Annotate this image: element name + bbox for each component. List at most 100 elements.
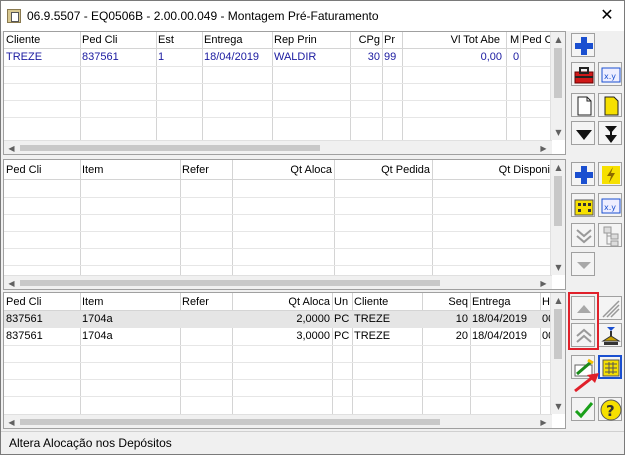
table-row[interactable]: 837561 1704a 3,0000 PC TREZE 20 18/04/20… (4, 328, 554, 345)
col-header-m[interactable]: M (508, 32, 520, 49)
col-header-un[interactable]: Un (332, 294, 352, 311)
allocations-vertical-scrollbar[interactable]: ▲ ▼ (550, 293, 565, 414)
cell-un: PC (334, 330, 350, 342)
move-down-button[interactable] (571, 121, 595, 145)
status-bar: Altera Alocação nos Depósitos (1, 431, 624, 454)
col-header-entrega[interactable]: Entrega (202, 32, 272, 49)
cell-un: PC (334, 313, 350, 325)
col-header-seq[interactable]: Seq (422, 294, 470, 311)
scroll-thumb-horizontal[interactable] (20, 145, 320, 151)
confirm-button[interactable] (571, 397, 595, 421)
col-header-cliente[interactable]: Cliente (352, 294, 422, 311)
scroll-down-arrow-icon[interactable]: ▼ (551, 260, 565, 275)
folder-icon (604, 96, 619, 116)
col-header-qt-disponi[interactable]: Qt Disponi (432, 162, 552, 179)
scroll-left-arrow-icon[interactable]: ◀ (4, 276, 19, 289)
col-header-est[interactable]: Est (156, 32, 202, 49)
cell-refer (180, 311, 232, 328)
col-header-item[interactable]: Item (80, 162, 180, 179)
svg-text:x.y: x.y (604, 72, 616, 81)
table-row[interactable]: TREZE 837561 1 18/04/2019 WALDIR 30 99 0… (4, 49, 552, 66)
col-header-pr[interactable]: Pr (382, 32, 402, 49)
toolbox-button[interactable] (571, 62, 595, 86)
col-header-entrega[interactable]: Entrega (470, 294, 540, 311)
cell-cliente: TREZE (6, 51, 43, 63)
close-button[interactable]: ✕ (598, 6, 616, 24)
col-header-ped-or[interactable]: Ped Or (520, 32, 552, 49)
app-icon (7, 9, 21, 23)
expand-diagonal-icon (602, 300, 620, 318)
table-row[interactable]: 837561 1704a 2,0000 PC TREZE 10 18/04/20… (4, 311, 554, 328)
scroll-up-arrow-icon[interactable]: ▲ (551, 160, 565, 175)
main-window: 06.9.5507 - EQ0506B - 2.00.00.049 - Mont… (0, 0, 625, 455)
cell-item: 1704a (82, 330, 113, 342)
tree-button[interactable] (598, 223, 622, 247)
formula-button[interactable]: x.y (598, 62, 622, 86)
lightning-button[interactable] (598, 162, 622, 186)
add-icon (575, 166, 593, 184)
col-header-ped-cli[interactable]: Ped Cli (4, 162, 80, 179)
col-header-rep-prin[interactable]: Rep Prin (272, 32, 350, 49)
cell-ped-cli: 837561 (82, 51, 119, 63)
col-header-ped-cli[interactable]: Ped Cli (80, 32, 156, 49)
new-document-button[interactable] (571, 93, 595, 117)
move-bottom-button[interactable] (598, 121, 622, 145)
collapse-down-button[interactable] (571, 223, 595, 247)
scroll-thumb[interactable] (554, 48, 562, 98)
orders-vertical-scrollbar[interactable]: ▲ ▼ (550, 32, 565, 140)
scroll-down-arrow-icon[interactable]: ▼ (551, 399, 565, 414)
scroll-thumb[interactable] (554, 176, 562, 226)
col-header-cpg[interactable]: CPg (350, 32, 382, 49)
add-button[interactable] (571, 33, 595, 57)
items-grid-header: Ped Cli Item Refer Qt Aloca Qt Pedida Qt… (4, 160, 565, 180)
add-icon (575, 37, 593, 55)
down-arrow-icon (576, 130, 592, 140)
formula-icon: x.y (601, 67, 621, 83)
scroll-up-arrow-icon[interactable]: ▲ (551, 32, 565, 47)
svg-text:?: ? (606, 402, 615, 420)
orders-grid[interactable]: Cliente Ped Cli Est Entrega Rep Prin CPg… (3, 31, 566, 155)
orders-horizontal-scrollbar[interactable]: ◀ ▶ (4, 140, 552, 154)
scroll-right-arrow-icon[interactable]: ▶ (536, 141, 551, 154)
scroll-down-arrow-icon[interactable]: ▼ (551, 125, 565, 140)
expand-diagonal-button[interactable] (598, 296, 622, 320)
col-header-refer[interactable]: Refer (180, 162, 232, 179)
down-button[interactable] (571, 252, 595, 276)
scroll-right-arrow-icon[interactable]: ▶ (536, 276, 551, 289)
add-item-button[interactable] (571, 162, 595, 186)
items-grid[interactable]: Ped Cli Item Refer Qt Aloca Qt Pedida Qt… (3, 159, 566, 290)
building-icon (574, 199, 594, 216)
folder-button[interactable] (598, 93, 622, 117)
col-header-qt-aloca[interactable]: Qt Aloca (232, 294, 332, 311)
col-header-cliente[interactable]: Cliente (4, 32, 80, 49)
scroll-thumb-horizontal[interactable] (20, 280, 440, 286)
cell-ped-cli: 837561 (6, 330, 43, 342)
scroll-left-arrow-icon[interactable]: ◀ (4, 141, 19, 154)
cell-entrega: 18/04/2019 (472, 313, 528, 325)
help-button[interactable]: ? (598, 397, 622, 421)
col-header-vl-tot-abe[interactable]: Vl Tot Abe (402, 32, 502, 49)
cell-rep-prin: WALDIR (274, 51, 317, 63)
scroll-right-arrow-icon[interactable]: ▶ (536, 415, 551, 428)
col-header-ped-cli[interactable]: Ped Cli (4, 294, 80, 311)
scale-button[interactable] (598, 323, 622, 347)
col-header-qt-pedida[interactable]: Qt Pedida (334, 162, 432, 179)
allocations-horizontal-scrollbar[interactable]: ◀ ▶ (4, 414, 552, 428)
scroll-thumb[interactable] (554, 309, 562, 359)
cell-pr: 99 (384, 51, 397, 63)
formula-button-2[interactable]: x.y (598, 193, 622, 217)
allocations-grid[interactable]: Ped Cli Item Refer Qt Aloca Un Cliente S… (3, 292, 566, 429)
cell-vl-tot-abe: 0,00 (480, 51, 502, 63)
col-header-refer[interactable]: Refer (180, 294, 232, 311)
items-vertical-scrollbar[interactable]: ▲ ▼ (550, 160, 565, 275)
scroll-up-arrow-icon[interactable]: ▲ (551, 293, 565, 308)
items-horizontal-scrollbar[interactable]: ◀ ▶ (4, 275, 552, 289)
scroll-thumb-horizontal[interactable] (20, 419, 440, 425)
new-document-icon (577, 96, 592, 116)
help-icon: ? (600, 399, 622, 421)
cell-cliente: TREZE (354, 330, 391, 342)
col-header-qt-aloca[interactable]: Qt Aloca (232, 162, 334, 179)
building-button[interactable] (571, 193, 595, 217)
scroll-left-arrow-icon[interactable]: ◀ (4, 415, 19, 428)
col-header-item[interactable]: Item (80, 294, 180, 311)
